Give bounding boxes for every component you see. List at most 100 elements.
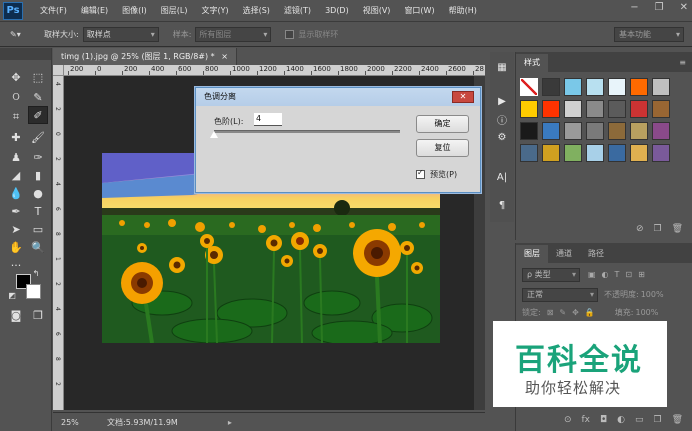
dialog-titlebar[interactable]: 色调分离 ✕ (196, 88, 480, 106)
style-swatch[interactable] (630, 122, 648, 140)
menu-file[interactable]: 文件(F) (33, 5, 74, 16)
style-swatch[interactable] (542, 122, 560, 140)
menu-image[interactable]: 图像(I) (115, 5, 154, 16)
lock-icons[interactable]: ⊠✎✥🔒 (547, 308, 601, 317)
ok-button[interactable]: 确定 (416, 115, 469, 133)
style-swatch[interactable] (520, 100, 538, 118)
tab-channels[interactable]: 通道 (548, 245, 580, 263)
history-panel-icon[interactable]: ▦ (492, 58, 512, 76)
link-layers-icon[interactable]: ⊙ (564, 415, 572, 425)
screen-mode-icon[interactable]: ❐ (28, 306, 48, 324)
zoom-tool-icon[interactable]: 🔍 (28, 238, 48, 256)
document-tab-close-icon[interactable]: × (221, 52, 228, 61)
menu-select[interactable]: 选择(S) (236, 5, 277, 16)
levels-slider-track[interactable] (214, 130, 400, 133)
vertical-ruler[interactable]: 4 2 0 2 4 6 8 1 2 4 6 8 2 (53, 76, 64, 410)
menu-type[interactable]: 文字(Y) (194, 5, 235, 16)
style-swatch[interactable] (608, 122, 626, 140)
style-swatch[interactable] (520, 78, 538, 96)
document-tab[interactable]: timg (1).jpg @ 25% (图层 1, RGB/8#) * × (53, 48, 237, 65)
history-brush-tool-icon[interactable]: ✑ (28, 148, 48, 166)
gradient-tool-icon[interactable]: ▮ (28, 166, 48, 184)
style-swatch[interactable] (542, 100, 560, 118)
restore-button[interactable]: ❐ (655, 2, 664, 13)
show-ring-checkbox[interactable]: 显示取样环 (285, 29, 338, 40)
swap-colors-icon[interactable]: ↰ (30, 268, 42, 278)
type-tool-icon[interactable]: T (28, 202, 48, 220)
new-group-icon[interactable]: ▭ (635, 415, 644, 425)
pen-tool-icon[interactable]: ✒ (6, 202, 26, 220)
style-swatch[interactable] (542, 78, 560, 96)
minimize-button[interactable]: − (630, 2, 638, 13)
path-select-tool-icon[interactable]: ➤ (6, 220, 26, 238)
status-menu-arrow-icon[interactable]: ▸ (228, 418, 232, 427)
reset-button[interactable]: 复位 (416, 139, 469, 157)
dialog-close-button[interactable]: ✕ (452, 91, 474, 103)
levels-slider-thumb[interactable] (210, 131, 218, 138)
tab-paths[interactable]: 路径 (580, 245, 612, 263)
delete-layer-icon[interactable]: 🗑 (672, 415, 683, 425)
tools-panel-header[interactable] (0, 48, 51, 60)
document-size-info[interactable]: 文档:5.93M/11.9M (107, 417, 178, 428)
menu-view[interactable]: 视图(V) (356, 5, 398, 16)
brush-tool-icon[interactable]: 🖌 (28, 128, 48, 146)
background-color-swatch[interactable] (26, 284, 41, 299)
style-swatch[interactable] (586, 100, 604, 118)
style-swatch[interactable] (608, 144, 626, 162)
new-layer-icon[interactable]: ❐ (653, 415, 661, 425)
fill-value[interactable]: 100% (635, 308, 658, 317)
preview-checkbox[interactable]: 预览(P) (416, 168, 457, 180)
shape-tool-icon[interactable]: ▭ (28, 220, 48, 238)
more-tools-icon[interactable]: ··· (6, 256, 26, 274)
menu-3d[interactable]: 3D(D) (318, 6, 356, 15)
style-swatch[interactable] (630, 144, 648, 162)
eyedropper-tool-icon[interactable]: ✐ (28, 106, 48, 124)
layer-style-icon[interactable]: fx (581, 415, 590, 425)
styles-panel-menu-icon[interactable]: ≡ (679, 54, 686, 72)
blend-mode-select[interactable]: 正常 (522, 287, 598, 302)
menu-filter[interactable]: 滤镜(T) (277, 5, 318, 16)
style-swatch[interactable] (586, 78, 604, 96)
eraser-tool-icon[interactable]: ◢ (6, 166, 26, 184)
actions-panel-icon[interactable]: ▶ (492, 92, 512, 110)
menu-layer[interactable]: 图层(L) (154, 5, 195, 16)
style-swatch[interactable] (586, 144, 604, 162)
style-swatch[interactable] (520, 144, 538, 162)
crop-tool-icon[interactable]: ⌗ (6, 108, 26, 126)
menu-window[interactable]: 窗口(W) (397, 5, 441, 16)
sample-select[interactable]: 所有图层 (195, 27, 272, 42)
sample-size-select[interactable]: 取样点 (82, 27, 159, 42)
style-swatch[interactable] (608, 100, 626, 118)
layer-filter-icons[interactable]: ▣◐T⊡⊞ (588, 270, 651, 279)
info-panel-icon[interactable]: ⓘ (492, 110, 512, 128)
style-swatch[interactable] (564, 78, 582, 96)
marquee-tool-icon[interactable]: ⬚ (28, 68, 48, 86)
ruler-origin[interactable] (53, 65, 64, 76)
new-style-icon[interactable]: ❐ (653, 224, 661, 240)
healing-tool-icon[interactable]: ✚ (6, 128, 26, 146)
dodge-tool-icon[interactable]: ● (28, 184, 48, 202)
properties-panel-icon[interactable]: ⚙ (492, 128, 512, 146)
eyedropper-icon[interactable]: ✎▾ (10, 30, 30, 39)
levels-input[interactable]: 4 (254, 113, 282, 126)
style-swatch[interactable] (542, 144, 560, 162)
tab-layers[interactable]: 图层 (516, 245, 548, 263)
paragraph-panel-icon[interactable]: ¶ (492, 196, 512, 214)
quick-select-tool-icon[interactable]: ✎ (28, 88, 48, 106)
style-swatch[interactable] (586, 122, 604, 140)
lasso-tool-icon[interactable]: ଠ (6, 88, 26, 106)
opacity-value[interactable]: 100% (641, 290, 664, 299)
style-swatch[interactable] (630, 78, 648, 96)
style-swatch[interactable] (652, 122, 670, 140)
style-swatch[interactable] (564, 122, 582, 140)
style-swatch[interactable] (652, 100, 670, 118)
delete-style-icon[interactable]: 🗑 (672, 224, 683, 240)
menu-edit[interactable]: 编辑(E) (74, 5, 115, 16)
quick-mask-icon[interactable]: ◙ (6, 306, 26, 324)
style-swatch[interactable] (564, 144, 582, 162)
clear-style-icon[interactable]: ⊘ (636, 224, 644, 240)
default-colors-icon[interactable]: ◩ (6, 290, 18, 300)
style-swatch[interactable] (608, 78, 626, 96)
zoom-level-field[interactable]: 25% (53, 418, 83, 427)
layer-mask-icon[interactable]: ◘ (600, 415, 607, 425)
